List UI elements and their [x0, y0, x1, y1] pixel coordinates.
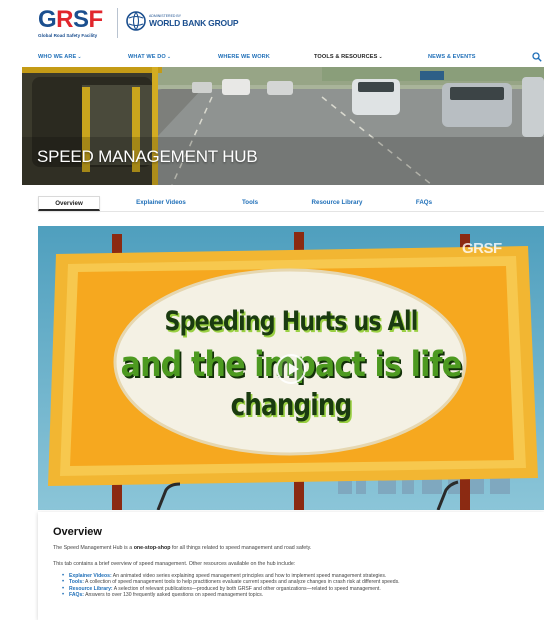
tab-overview[interactable]: Overview	[38, 196, 100, 211]
nav-item-tools-resources[interactable]: TOOLS & RESOURCES⌄	[314, 54, 383, 60]
tab-faqs[interactable]: FAQs	[406, 196, 442, 211]
link-tools[interactable]: Tools:	[69, 579, 84, 585]
video-text-line-3: changing	[230, 388, 353, 423]
play-icon	[289, 363, 299, 375]
grsf-logo[interactable]: GRSF Global Road Safety Facility	[38, 8, 110, 40]
overview-heading: Overview	[53, 526, 102, 538]
grsf-letter-g: G	[38, 6, 57, 33]
hero-banner: SPEED MANAGEMENT HUB	[22, 67, 544, 185]
resource-list: Explainer Videos: An animated video seri…	[62, 573, 532, 599]
tab-explainer-videos[interactable]: Explainer Videos	[126, 196, 196, 211]
overview-resources-intro: This tab contains a brief overview of sp…	[53, 561, 296, 567]
link-resource-library[interactable]: Resource Library:	[69, 586, 113, 592]
nav-item-news-events[interactable]: NEWS & EVENTS	[428, 54, 476, 60]
video-watermark: GRSF	[462, 240, 502, 257]
chevron-down-icon: ⌄	[77, 54, 82, 60]
tab-tools[interactable]: Tools	[232, 196, 268, 211]
tab-resource-library[interactable]: Resource Library	[302, 196, 372, 211]
globe-icon	[126, 11, 146, 31]
tab-bar: Overview Explainer Videos Tools Resource…	[0, 196, 544, 212]
play-button[interactable]	[276, 354, 306, 384]
main-nav: WHO WE ARE⌄ WHAT WE DO⌄ WHERE WE WORK TO…	[0, 52, 544, 66]
chevron-down-icon: ⌄	[166, 54, 172, 60]
world-bank-name: WORLD BANK GROUP	[149, 18, 239, 28]
link-explainer-videos[interactable]: Explainer Videos:	[69, 573, 112, 579]
grsf-letter-s: S	[73, 6, 89, 33]
chevron-down-icon: ⌄	[378, 54, 383, 60]
nav-item-what-we-do[interactable]: WHAT WE DO⌄	[128, 54, 171, 60]
nav-item-who-we-are[interactable]: WHO WE ARE⌄	[38, 54, 82, 60]
world-bank-logo[interactable]: ADMINISTERED BY WORLD BANK GROUP	[126, 10, 239, 32]
nav-item-where-we-work[interactable]: WHERE WE WORK	[218, 54, 270, 60]
link-faqs[interactable]: FAQs:	[69, 592, 84, 598]
grsf-letter-f: F	[88, 6, 104, 33]
hero-street-image	[22, 67, 544, 185]
one-stop-shop-emphasis: one-stop-shop	[133, 545, 171, 551]
search-icon[interactable]	[532, 52, 542, 62]
grsf-subtitle: Global Road Safety Facility	[38, 33, 98, 38]
grsf-letter-r: R	[56, 6, 74, 33]
video-text-line-1: Speeding Hurts us All	[164, 306, 418, 337]
list-item: FAQs: Answers to over 130 frequently ask…	[62, 592, 532, 599]
page-title: SPEED MANAGEMENT HUB	[37, 147, 258, 166]
overview-intro: The Speed Management Hub is a one-stop-s…	[53, 545, 312, 551]
site-header: GRSF Global Road Safety Facility ADMINIS…	[0, 0, 544, 50]
logo-divider	[117, 8, 118, 38]
tabs-divider	[38, 211, 544, 212]
